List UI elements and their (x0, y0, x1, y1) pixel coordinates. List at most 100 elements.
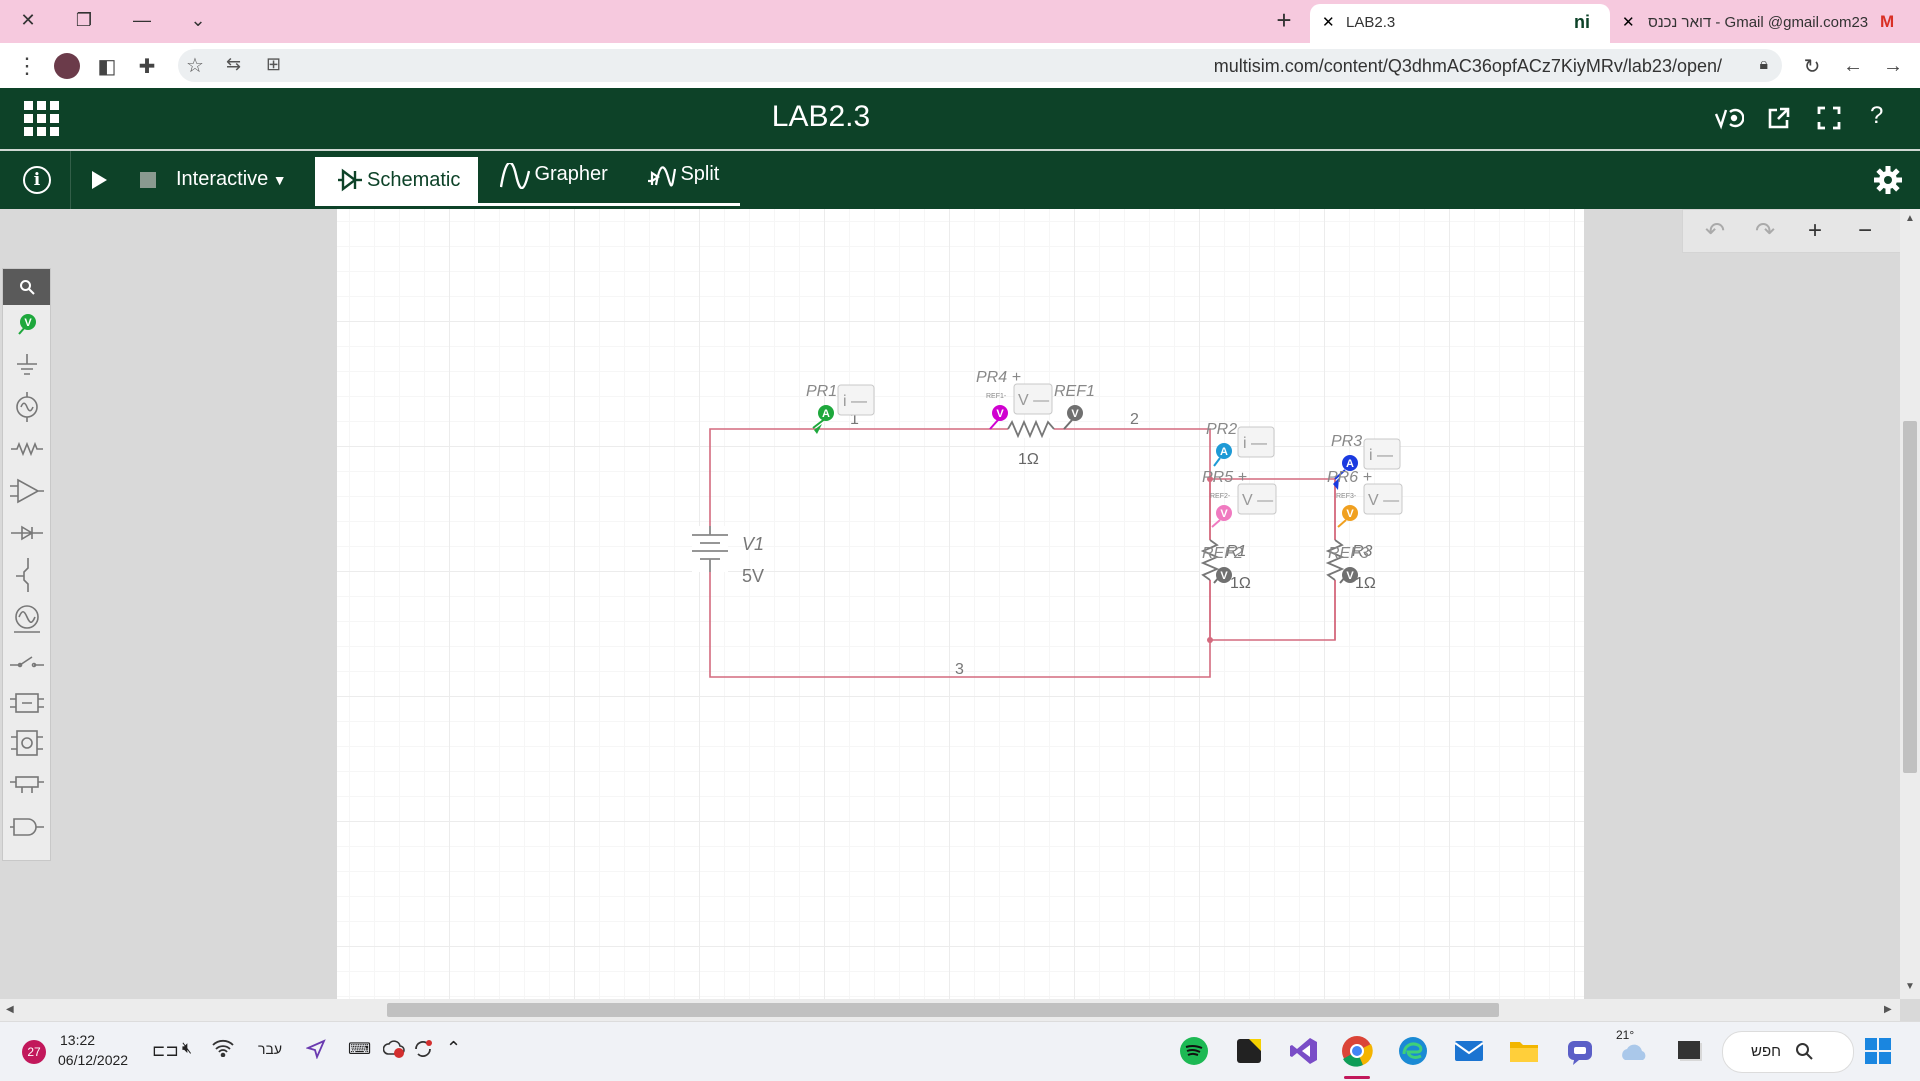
schematic-canvas[interactable]: V1 5V 1Ω R1 1Ω R3 1Ω 1 2 3 PR1 i — A PR4… (337, 209, 1584, 999)
fullscreen-icon[interactable] (1817, 106, 1841, 135)
probe-pr2[interactable]: PR2 i — A (1206, 421, 1275, 467)
settings-gear-icon[interactable] (1873, 165, 1903, 200)
visual-studio-icon[interactable] (1284, 1031, 1324, 1071)
menu-kebab-icon[interactable]: ⋮ (10, 49, 44, 83)
clock-date[interactable]: 06/12/2022 (58, 1052, 128, 1068)
diode-parts-icon[interactable] (3, 515, 50, 551)
omnibox[interactable]: ☆ ⇆ ⊞ multisim.com/content/Q3dhmAC36opfA… (178, 49, 1782, 82)
sync-icon[interactable] (412, 1038, 434, 1065)
zoom-out-icon[interactable]: − (1843, 212, 1887, 250)
tab-search-chevron-icon[interactable]: ⌄ (176, 0, 220, 40)
tab-schematic[interactable]: Schematic (315, 157, 478, 203)
minimize-window-icon[interactable]: — (120, 0, 164, 40)
share-page-icon[interactable]: ⇆ (226, 54, 241, 75)
probe-pr5[interactable]: PR5 + REF2- V — V (1202, 469, 1277, 528)
app-header: LAB2.3 ? (0, 88, 1920, 149)
notification-badge[interactable]: 27 (22, 1040, 46, 1064)
clock-time[interactable]: 13:22 (60, 1032, 95, 1048)
forward-icon[interactable]: → (1876, 49, 1910, 83)
resistor-top-symbol[interactable] (1007, 419, 1055, 439)
zoom-in-icon[interactable]: + (1793, 212, 1837, 250)
keyboard-icon[interactable]: ⌨ (348, 1039, 371, 1059)
edge-icon[interactable] (1393, 1031, 1433, 1071)
search-components-icon[interactable] (3, 269, 50, 305)
tab-gmail[interactable]: ✕ דואר נכנס - Gmail @gmail.com23 M (1612, 4, 1920, 43)
undo-icon[interactable]: ↶ (1693, 212, 1737, 250)
restore-window-icon[interactable]: ❐ (62, 0, 106, 40)
probe-ref1[interactable]: REF1 V (1054, 383, 1095, 430)
timer-ic-icon[interactable] (3, 685, 50, 721)
transistor-parts-icon[interactable] (3, 557, 50, 593)
gmail-favicon-icon: M (1880, 12, 1895, 31)
logic-gate-icon[interactable] (3, 809, 50, 845)
indicator-parts-icon[interactable] (3, 601, 50, 637)
spotify-icon[interactable] (1174, 1031, 1214, 1071)
mail-icon[interactable] (1449, 1031, 1489, 1071)
taskbar-search[interactable]: חפש (1722, 1031, 1854, 1073)
measure-icon[interactable] (1714, 104, 1745, 137)
back-icon[interactable]: ← (1836, 49, 1870, 83)
scroll-up-arrow-icon[interactable]: ▲ (1905, 213, 1915, 224)
ac-source-icon[interactable] (3, 389, 50, 425)
tab-schematic-label: Schematic (367, 169, 461, 191)
lock-icon[interactable]: 🔒︎ (1759, 56, 1768, 74)
redo-icon[interactable]: ↷ (1743, 212, 1787, 250)
bookmark-star-icon[interactable]: ☆ (186, 53, 204, 78)
probe-tool-icon[interactable]: V (3, 307, 50, 343)
resistor-parts-icon[interactable] (3, 431, 50, 467)
probe-ref3-name: REF3 (1328, 545, 1369, 562)
digital-ic-icon[interactable] (3, 767, 50, 803)
scroll-left-arrow-icon[interactable]: ◀ (6, 1004, 14, 1015)
info-icon[interactable]: i (23, 166, 51, 194)
send-icon[interactable] (305, 1039, 326, 1064)
probe-pr6[interactable]: PR6 + REF3- V — V (1327, 469, 1403, 528)
help-icon[interactable]: ? (1870, 102, 1883, 130)
tab-split[interactable]: Split (646, 163, 719, 189)
play-icon[interactable] (90, 170, 108, 195)
battery-icon[interactable]: ⊏⊐ (152, 1041, 179, 1061)
multisim-favicon-icon: ni (1574, 12, 1590, 32)
wifi-icon[interactable] (212, 1039, 234, 1062)
speaker-muted-icon[interactable]: 🔇︎ (182, 1040, 192, 1058)
opamp-parts-icon[interactable] (3, 473, 50, 509)
url-text[interactable]: multisim.com/content/Q3dhmAC36opfACz7Kiy… (1214, 56, 1722, 77)
windows-start-icon[interactable] (1858, 1031, 1898, 1071)
tab-lab23[interactable]: ✕ LAB2.3 ni (1310, 4, 1610, 43)
close-tab-icon[interactable]: ✕ (1322, 13, 1335, 31)
chrome-icon[interactable] (1337, 1031, 1377, 1071)
reload-icon[interactable]: ↻ (1795, 49, 1829, 83)
translate-icon[interactable]: ⊞ (266, 54, 281, 75)
vertical-scrollbar[interactable]: ▲ ▼ (1900, 209, 1920, 999)
horizontal-scroll-thumb[interactable] (387, 1003, 1499, 1017)
cloud-sync-error-icon[interactable] (382, 1038, 405, 1063)
share-icon[interactable] (1767, 106, 1791, 135)
close-tab-icon[interactable]: ✕ (1622, 13, 1635, 31)
teams-chat-icon[interactable] (1560, 1031, 1600, 1071)
sticky-notes-icon[interactable] (1229, 1031, 1269, 1071)
probe-pr1[interactable]: PR1 i — A (806, 383, 875, 434)
input-language[interactable]: עבר (258, 1041, 282, 1057)
profile-avatar[interactable] (50, 49, 84, 83)
scroll-right-arrow-icon[interactable]: ▶ (1884, 1004, 1892, 1015)
file-explorer-icon[interactable] (1504, 1031, 1544, 1071)
probe-pr2-name: PR2 (1206, 421, 1237, 438)
vertical-scroll-thumb[interactable] (1903, 421, 1917, 773)
stop-icon[interactable] (140, 172, 156, 188)
ground-source-icon[interactable] (3, 347, 50, 383)
interactive-dropdown[interactable]: Interactive ▼ (176, 168, 287, 191)
extensions-icon[interactable]: ✚ (130, 49, 164, 83)
close-window-icon[interactable]: ✕ (6, 0, 50, 40)
probe-pr2-reading: i — (1243, 435, 1267, 452)
sidebar-icon[interactable]: ◧ (90, 49, 124, 83)
active-app-indicator (1344, 1076, 1370, 1079)
switch-parts-icon[interactable] (3, 643, 50, 679)
chevron-up-icon[interactable]: ⌃ (446, 1038, 461, 1059)
scroll-down-arrow-icon[interactable]: ▼ (1905, 981, 1915, 992)
new-tab-icon[interactable]: + (1262, 0, 1306, 40)
horizontal-scrollbar[interactable]: ◀ ▶ (0, 999, 1900, 1021)
battery-v1-symbol[interactable] (692, 526, 728, 572)
mixed-ic-icon[interactable] (3, 725, 50, 761)
terminal-app-icon[interactable] (1670, 1031, 1710, 1071)
r1-value: 1Ω (1230, 575, 1251, 592)
tab-grapher[interactable]: Grapher (499, 161, 608, 190)
